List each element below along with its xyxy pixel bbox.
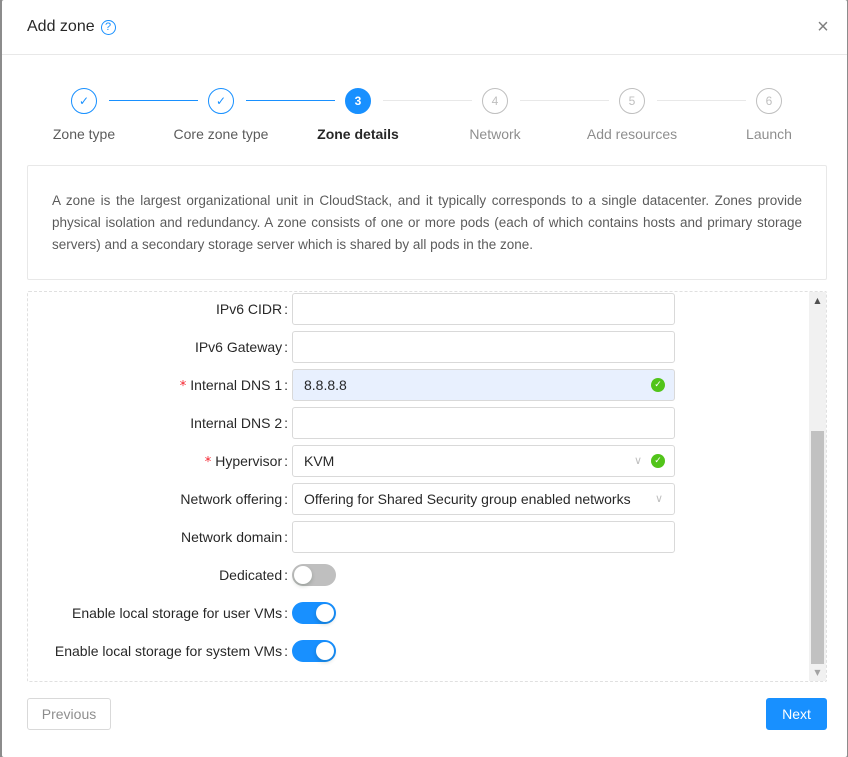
step-number-icon: 4 <box>482 88 508 114</box>
modal-header: Add zone ? × <box>2 0 847 55</box>
help-icon[interactable]: ? <box>100 19 116 35</box>
step-label: Launch <box>746 126 792 142</box>
step-add-resources: 5 Add resources <box>562 88 702 142</box>
network-domain-input[interactable] <box>292 521 675 553</box>
next-button[interactable]: Next <box>766 698 827 730</box>
scroll-up-arrow-icon[interactable]: ▲ <box>809 292 826 309</box>
form-row-network-domain: Network domain: <box>28 521 808 553</box>
previous-button[interactable]: Previous <box>27 698 111 730</box>
zone-description: A zone is the largest organizational uni… <box>27 165 827 280</box>
toggle-knob <box>294 566 312 584</box>
dedicated-toggle[interactable] <box>292 564 336 586</box>
internal-dns2-input[interactable] <box>292 407 675 439</box>
form-row-ipv6-gateway: IPv6 Gateway: <box>28 331 808 363</box>
form-row-internal-dns1: * Internal DNS 1: 8.8.8.8 ✓ <box>28 369 808 401</box>
form-scrollbar[interactable]: ▲ ▼ <box>809 292 826 681</box>
form-row-dedicated: Dedicated: <box>28 559 808 591</box>
hypervisor-select[interactable]: KVM ∨ ✓ <box>292 445 675 477</box>
internal-dns2-label: Internal DNS 2: <box>190 415 288 431</box>
required-mark: * <box>179 379 187 394</box>
local-storage-system-label: Enable local storage for system VMs: <box>54 643 288 659</box>
hypervisor-value: KVM <box>304 453 335 469</box>
step-network: 4 Network <box>425 88 565 142</box>
network-domain-label: Network domain: <box>180 529 288 545</box>
form-row-network-offering: Network offering: Offering for Shared Se… <box>28 483 808 515</box>
hypervisor-label: * Hypervisor: <box>204 453 288 470</box>
ipv6-cidr-input[interactable] <box>292 293 675 325</box>
check-icon: ✓ <box>71 88 97 114</box>
step-label: Zone type <box>52 126 116 142</box>
network-offering-select[interactable]: Offering for Shared Security group enabl… <box>292 483 675 515</box>
step-label: Network <box>469 126 521 142</box>
step-label: Add resources <box>586 126 678 142</box>
internal-dns1-value: 8.8.8.8 <box>304 377 347 393</box>
scroll-down-arrow-icon[interactable]: ▼ <box>809 664 826 681</box>
success-check-icon: ✓ <box>651 378 665 392</box>
network-offering-value: Offering for Shared Security group enabl… <box>304 491 631 507</box>
step-number-icon: 5 <box>619 88 645 114</box>
add-zone-modal: Add zone ? × ✓ Zone type ✓ Core zone typ… <box>2 0 847 757</box>
check-icon: ✓ <box>208 88 234 114</box>
success-check-icon: ✓ <box>651 454 665 468</box>
step-launch: 6 Launch <box>699 88 839 142</box>
toggle-knob <box>316 604 334 622</box>
step-zone-type: ✓ Zone type <box>14 88 154 142</box>
step-core-zone-type: ✓ Core zone type <box>151 88 291 142</box>
form-row-ipv6-cidr: IPv6 CIDR: <box>28 293 808 325</box>
zone-details-form: IPv6 CIDR: IPv6 Gateway: * Internal DNS 1… <box>27 291 827 682</box>
ipv6-cidr-label: IPv6 CIDR: <box>215 301 288 317</box>
form-row-hypervisor: * Hypervisor: KVM ∨ ✓ <box>28 445 808 477</box>
internal-dns1-label: * Internal DNS 1: <box>179 377 288 394</box>
step-label: Zone details <box>317 126 399 142</box>
scroll-thumb[interactable] <box>811 431 824 664</box>
modal-title: Add zone <box>27 18 95 35</box>
network-offering-label: Network offering: <box>180 491 288 507</box>
ipv6-gateway-input[interactable] <box>292 331 675 363</box>
form-row-local-storage-system: Enable local storage for system VMs: <box>28 635 808 667</box>
step-zone-details: 3 Zone details <box>288 88 428 142</box>
dedicated-label: Dedicated: <box>219 567 288 583</box>
step-number-icon: 6 <box>756 88 782 114</box>
internal-dns1-input[interactable]: 8.8.8.8 ✓ <box>292 369 675 401</box>
chevron-down-icon: ∨ <box>654 492 663 505</box>
required-mark: * <box>204 455 212 470</box>
form-row-internal-dns2: Internal DNS 2: <box>28 407 808 439</box>
close-icon[interactable]: × <box>813 16 833 38</box>
toggle-knob <box>316 642 334 660</box>
form-row-local-storage-user: Enable local storage for user VMs: <box>28 597 808 629</box>
ipv6-gateway-label: IPv6 Gateway: <box>194 339 288 355</box>
step-number-icon: 3 <box>345 88 371 114</box>
local-storage-user-toggle[interactable] <box>292 602 336 624</box>
local-storage-system-toggle[interactable] <box>292 640 336 662</box>
step-label: Core zone type <box>173 126 269 142</box>
chevron-down-icon: ∨ <box>633 454 642 467</box>
steps-bar: ✓ Zone type ✓ Core zone type 3 Zone deta… <box>2 88 847 148</box>
local-storage-user-label: Enable local storage for user VMs: <box>72 605 288 621</box>
